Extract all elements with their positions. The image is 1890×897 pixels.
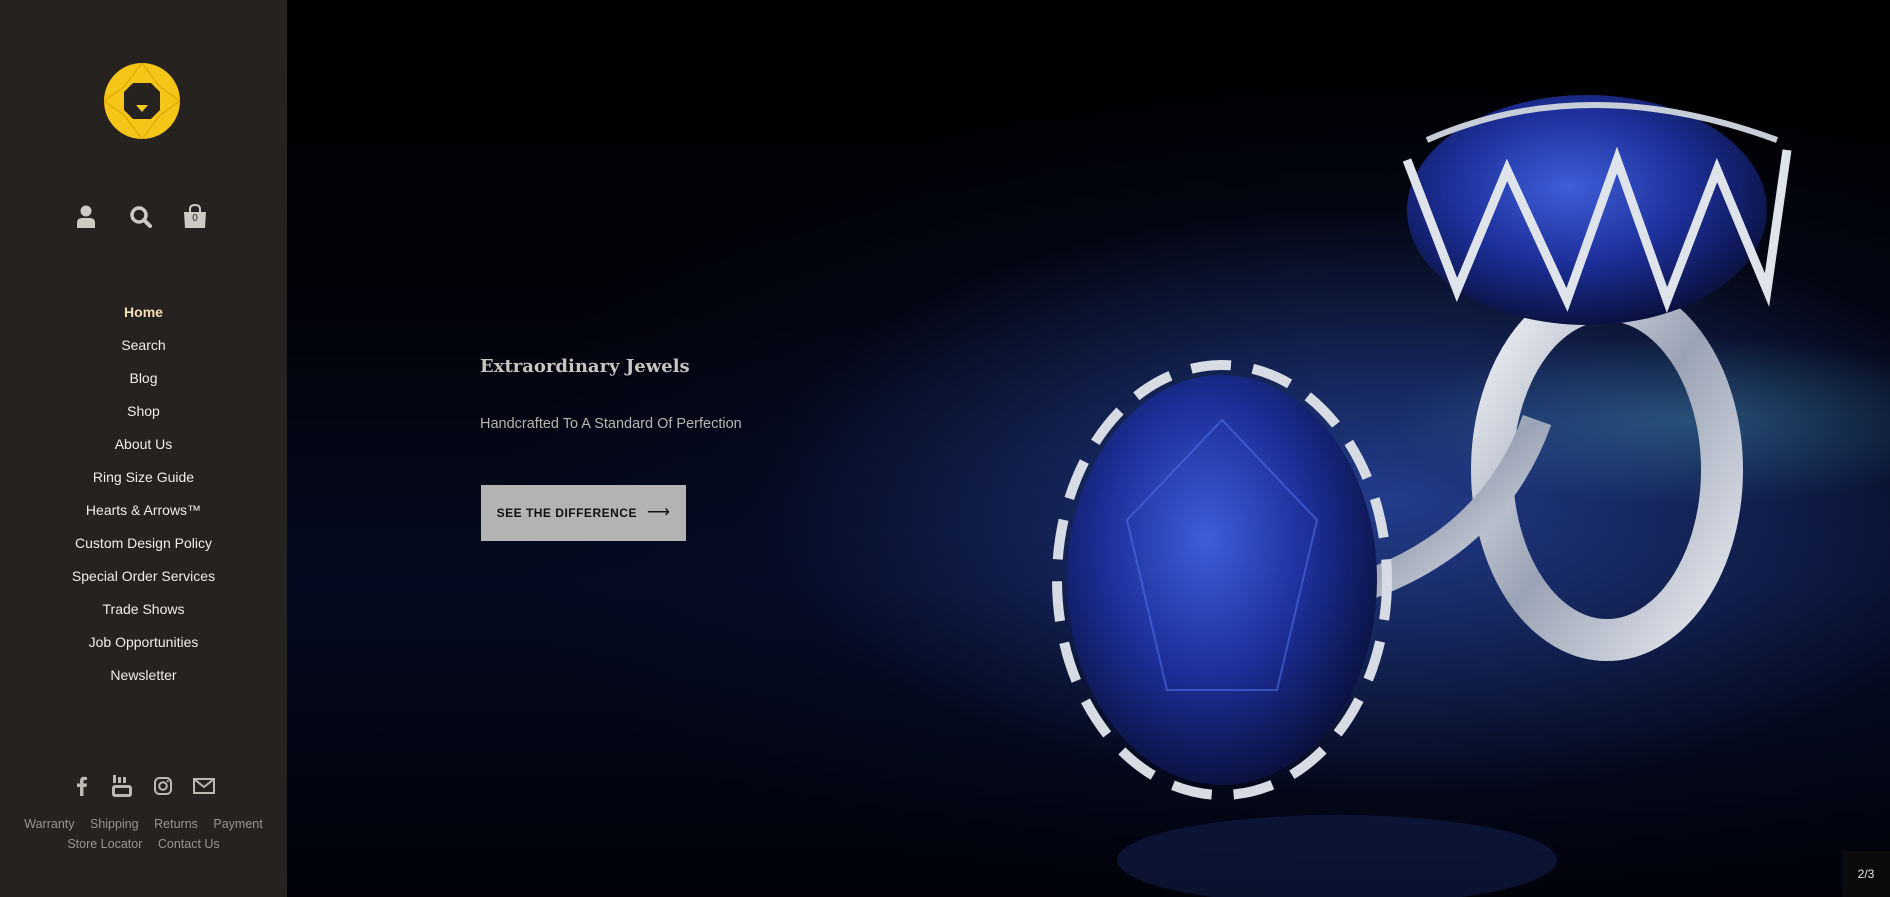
nav-item-blog[interactable]: Blog [0, 364, 287, 397]
nav-item-shop[interactable]: Shop [0, 397, 287, 430]
footer-links-row-1: Warranty Shipping Returns Payment [0, 814, 287, 834]
slide-counter: 2/3 [1842, 851, 1890, 897]
user-icon [77, 205, 95, 228]
yellow-diamond-logo-icon[interactable] [104, 63, 180, 139]
mail-icon [193, 778, 215, 794]
social-links [0, 771, 287, 801]
email-link[interactable] [189, 771, 219, 801]
search-icon [130, 206, 152, 228]
nav-item-special-order-services[interactable]: Special Order Services [0, 562, 287, 595]
sidebar: 0 Home Search Blog Shop About Us Ring Si… [0, 0, 287, 897]
footer-link-warranty[interactable]: Warranty [24, 817, 74, 831]
nav-item-job-opportunities[interactable]: Job Opportunities [0, 628, 287, 661]
nav-item-search[interactable]: Search [0, 331, 287, 364]
main-nav: Home Search Blog Shop About Us Ring Size… [0, 298, 287, 694]
hero-subtitle: Handcrafted To A Standard Of Perfection [480, 416, 742, 432]
cart-button[interactable]: 0 [177, 199, 213, 235]
hero-title: Extraordinary Jewels [480, 356, 690, 377]
footer-link-payment[interactable]: Payment [213, 817, 262, 831]
facebook-link[interactable] [67, 771, 97, 801]
facebook-icon [77, 776, 87, 796]
youtube-link[interactable] [107, 771, 137, 801]
search-button[interactable] [123, 199, 159, 235]
footer-link-returns[interactable]: Returns [154, 817, 198, 831]
nav-item-home[interactable]: Home [0, 298, 287, 331]
hero-image [1052, 95, 1792, 897]
header-icons: 0 [0, 199, 287, 235]
nav-item-custom-design-policy[interactable]: Custom Design Policy [0, 529, 287, 562]
footer-links: Warranty Shipping Returns Payment Store … [0, 814, 287, 854]
nav-item-newsletter[interactable]: Newsletter [0, 661, 287, 694]
footer-links-row-2: Store Locator Contact Us [0, 834, 287, 854]
footer-link-shipping[interactable]: Shipping [90, 817, 139, 831]
cta-label: SEE THE DIFFERENCE [496, 506, 637, 520]
footer-link-store-locator[interactable]: Store Locator [67, 837, 142, 851]
nav-item-hearts-arrows[interactable]: Hearts & Arrows™ [0, 496, 287, 529]
arrow-right-icon: ⟶ [646, 504, 671, 521]
instagram-link[interactable] [148, 771, 178, 801]
instagram-icon [154, 777, 172, 795]
youtube-icon [112, 775, 132, 797]
nav-item-trade-shows[interactable]: Trade Shows [0, 595, 287, 628]
nav-item-about-us[interactable]: About Us [0, 430, 287, 463]
account-button[interactable] [68, 199, 104, 235]
cart-count: 0 [192, 213, 198, 224]
footer-link-contact-us[interactable]: Contact Us [158, 837, 220, 851]
nav-item-ring-size-guide[interactable]: Ring Size Guide [0, 463, 287, 496]
see-the-difference-button[interactable]: SEE THE DIFFERENCE ⟶ [481, 485, 686, 541]
hero-slideshow: Extraordinary Jewels Handcrafted To A St… [287, 0, 1890, 897]
